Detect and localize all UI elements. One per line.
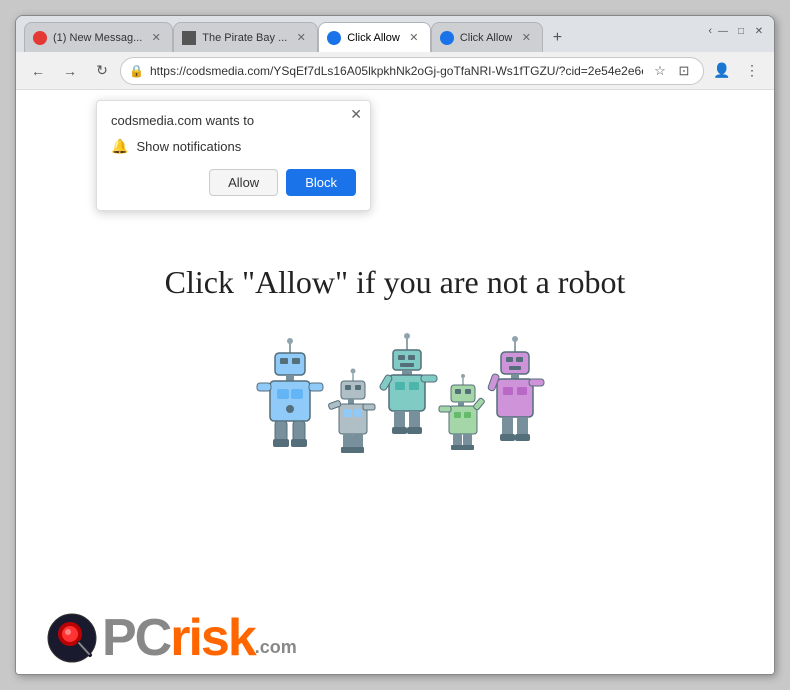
robots-svg — [245, 331, 545, 471]
maximize-button[interactable]: □ — [734, 24, 748, 38]
tabs-row: (1) New Messag... ✕ The Pirate Bay ... ✕… — [24, 22, 766, 52]
pcrisk-text: PC risk .com — [102, 612, 297, 664]
notification-popup: ✕ codsmedia.com wants to 🔔 Show notifica… — [96, 100, 371, 211]
bell-icon: 🔔 — [111, 138, 128, 155]
profile-icon: 👤 — [713, 62, 730, 79]
popup-close-button[interactable]: ✕ — [350, 107, 362, 121]
menu-icon: ⋮ — [745, 62, 759, 79]
block-button[interactable]: Block — [286, 169, 356, 196]
forward-button[interactable]: → — [56, 57, 84, 85]
extensions-button[interactable]: ⊡ — [673, 60, 695, 82]
title-bar: (1) New Messag... ✕ The Pirate Bay ... ✕… — [16, 16, 774, 52]
tab-scroll-left[interactable]: ‹ — [708, 25, 712, 37]
popup-notification-row: 🔔 Show notifications — [111, 138, 356, 155]
tab4-favicon — [440, 31, 454, 45]
com-letters: .com — [255, 637, 297, 658]
tab3-title: Click Allow — [347, 32, 400, 44]
address-bar-container: 🔒 ☆ ⊡ — [120, 57, 704, 85]
allow-button[interactable]: Allow — [209, 169, 278, 196]
tab-click-allow-active[interactable]: Click Allow ✕ — [318, 22, 431, 52]
tab3-close[interactable]: ✕ — [406, 30, 422, 46]
webpage: ✕ codsmedia.com wants to 🔔 Show notifica… — [16, 90, 774, 674]
forward-icon: → — [63, 63, 77, 79]
menu-button[interactable]: ⋮ — [738, 57, 766, 85]
address-bar[interactable] — [150, 64, 643, 78]
tab2-title: The Pirate Bay ... — [202, 32, 287, 44]
tab1-close[interactable]: ✕ — [148, 30, 164, 46]
pcrisk-logo-icon — [46, 612, 98, 664]
popup-notification-text: Show notifications — [136, 139, 241, 154]
nav-extras: 👤 ⋮ — [708, 57, 766, 85]
pcrisk-watermark: PC risk .com — [46, 612, 297, 664]
address-actions: ☆ ⊡ — [649, 60, 695, 82]
nav-bar: ← → ↻ 🔒 ☆ ⊡ 👤 ⋮ — [16, 52, 774, 90]
tab-messages[interactable]: (1) New Messag... ✕ — [24, 22, 173, 52]
bookmark-button[interactable]: ☆ — [649, 60, 671, 82]
tab4-title: Click Allow — [460, 32, 513, 44]
tab2-favicon — [182, 31, 196, 45]
window-controls: ‹ — □ ✕ — [708, 24, 766, 38]
refresh-icon: ↻ — [96, 62, 108, 79]
close-icon: ✕ — [350, 106, 362, 122]
page-headline: Click "Allow" if you are not a robot — [165, 264, 626, 301]
minimize-button[interactable]: — — [716, 24, 730, 38]
back-button[interactable]: ← — [24, 57, 52, 85]
pc-letters: PC — [102, 612, 170, 664]
tab3-favicon — [327, 31, 341, 45]
profile-button[interactable]: 👤 — [708, 57, 736, 85]
tab-pirate-bay[interactable]: The Pirate Bay ... ✕ — [173, 22, 318, 52]
popup-title: codsmedia.com wants to — [111, 113, 356, 128]
refresh-button[interactable]: ↻ — [88, 57, 116, 85]
risk-letters: risk — [170, 612, 255, 664]
tab-click-allow-2[interactable]: Click Allow ✕ — [431, 22, 544, 52]
tab1-favicon — [33, 31, 47, 45]
close-button[interactable]: ✕ — [752, 24, 766, 38]
tab2-close[interactable]: ✕ — [293, 30, 309, 46]
new-tab-button[interactable]: + — [543, 24, 571, 52]
popup-buttons: Allow Block — [111, 169, 356, 196]
browser-window: (1) New Messag... ✕ The Pirate Bay ... ✕… — [15, 15, 775, 675]
lock-icon: 🔒 — [129, 64, 144, 78]
tab4-close[interactable]: ✕ — [518, 30, 534, 46]
back-icon: ← — [31, 63, 45, 79]
robots-illustration — [245, 331, 545, 471]
tab1-title: (1) New Messag... — [53, 32, 142, 44]
